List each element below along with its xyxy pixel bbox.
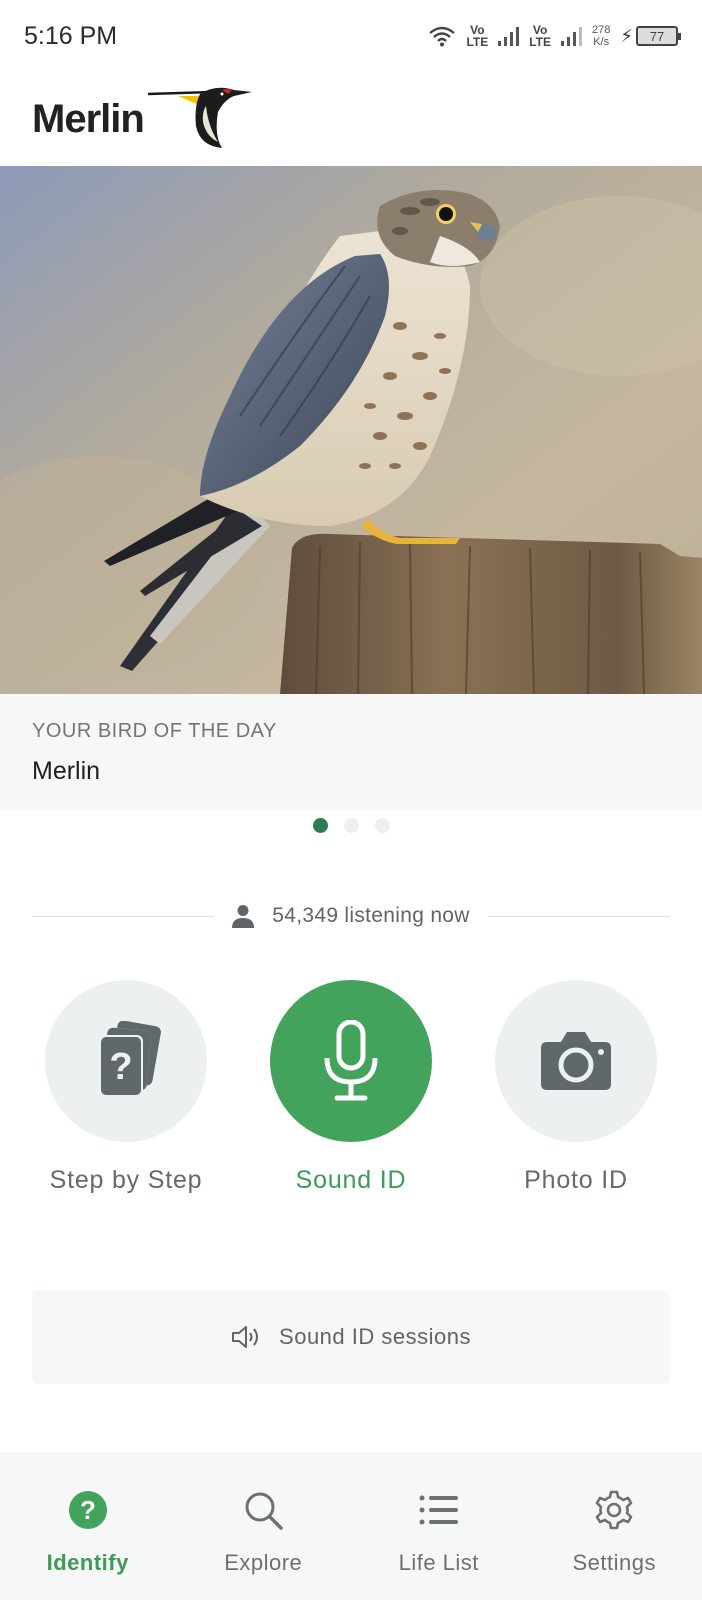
battery-icon: 77: [636, 26, 681, 46]
listening-now: 54,349 listening now: [32, 896, 671, 936]
bottom-navigation: ? Identify Explore Life List Settings: [0, 1452, 702, 1600]
network-speed: 278 K/s: [592, 24, 610, 48]
photo-id-label: Photo ID: [524, 1166, 628, 1194]
sound-id-button[interactable]: Sound ID: [251, 980, 451, 1195]
charging-bolt-icon: ⚡: [620, 25, 633, 46]
sound-id-circle[interactable]: [270, 980, 432, 1142]
status-icons: Vo LTE Vo LTE 278 K/s ⚡ 77: [428, 24, 681, 48]
bird-of-day-kicker: YOUR BIRD OF THE DAY: [32, 720, 277, 742]
sim2-lte-text: LTE: [529, 35, 551, 49]
sim2-lte: Vo LTE: [529, 24, 551, 48]
question-cards-icon: ?: [99, 1021, 161, 1097]
carousel-dot[interactable]: [312, 818, 328, 833]
gear-icon: [595, 1490, 633, 1530]
bird-of-day-name: Merlin: [32, 757, 101, 785]
battery-indicator: ⚡ 77: [620, 25, 681, 47]
step-by-step-circle[interactable]: ?: [45, 980, 207, 1142]
signal-icon-2: [561, 26, 582, 46]
sound-id-label: Sound ID: [295, 1166, 407, 1194]
carousel-dot[interactable]: [374, 818, 390, 833]
wifi-icon: [429, 26, 456, 47]
svg-text:?: ?: [80, 1495, 96, 1525]
sessions-label: Sound ID sessions: [279, 1324, 471, 1349]
sim1-lte-text: LTE: [466, 35, 489, 49]
nav-identify[interactable]: ? Identify: [0, 1452, 176, 1600]
merlin-logo: Merlin: [32, 86, 260, 152]
merlin-bird-logo-icon: [147, 87, 252, 148]
bird-of-day-image[interactable]: [0, 166, 702, 694]
nav-settings-label: Settings: [572, 1550, 656, 1575]
nav-settings[interactable]: Settings: [527, 1452, 702, 1600]
photo-id-circle[interactable]: [495, 980, 657, 1142]
status-time: 5:16 PM: [24, 21, 118, 50]
carousel-dots: [0, 818, 702, 833]
logo-text: Merlin: [32, 96, 145, 141]
camera-icon: [541, 1032, 611, 1090]
signal-icon: [498, 26, 520, 46]
photo-id-button[interactable]: Photo ID: [476, 980, 676, 1195]
status-bar: 5:16 PM Vo LTE Vo LTE 278 K/s ⚡ 77: [0, 0, 702, 72]
list-icon: [419, 1495, 458, 1525]
divider: [487, 915, 671, 917]
step-by-step-button[interactable]: ? Step by Step: [26, 980, 226, 1195]
nav-explore-label: Explore: [224, 1550, 303, 1575]
microphone-icon: [324, 1020, 378, 1101]
sim1-lte: Vo LTE: [466, 24, 488, 48]
nav-explore[interactable]: Explore: [176, 1452, 352, 1600]
speaker-icon: [232, 1326, 259, 1348]
divider: [32, 915, 215, 917]
bird-of-day-caption[interactable]: YOUR BIRD OF THE DAY Merlin: [0, 694, 702, 810]
step-by-step-label: Step by Step: [49, 1166, 203, 1194]
speed-unit: K/s: [593, 36, 610, 48]
nav-identify-label: Identify: [46, 1550, 129, 1575]
battery-level: 77: [649, 28, 665, 44]
app-header: Merlin: [0, 72, 702, 166]
search-icon: [245, 1492, 283, 1530]
person-icon: [232, 905, 255, 928]
svg-text:?: ?: [109, 1046, 132, 1088]
listening-text: 54,349 listening now: [272, 904, 470, 927]
carousel-dot[interactable]: [343, 818, 359, 833]
nav-life-list-label: Life List: [398, 1550, 479, 1575]
listening-count: 54,349 listening now: [214, 904, 487, 928]
sound-id-sessions-button[interactable]: Sound ID sessions: [32, 1290, 670, 1384]
speed-value: 278: [592, 24, 611, 36]
nav-life-list[interactable]: Life List: [351, 1452, 527, 1600]
question-circle-icon: ?: [68, 1491, 107, 1529]
